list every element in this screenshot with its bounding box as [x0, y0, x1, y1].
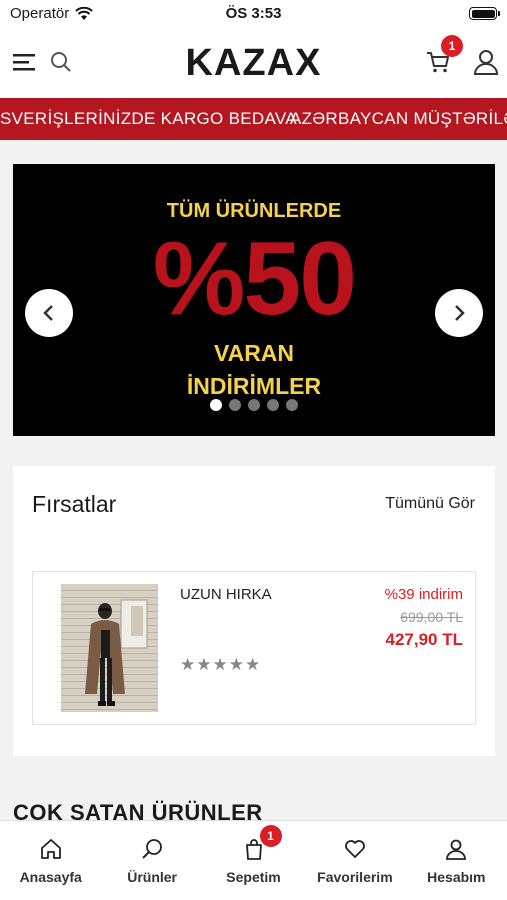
chevron-right-icon: [455, 305, 465, 321]
banner-line1: TÜM ÜRÜNLERDE: [166, 200, 342, 222]
deals-section: Fırsatlar Tümünü Gör UZUN HIRKA ★★★★★ %3…: [13, 466, 495, 756]
tab-label: Favorilerim: [317, 869, 393, 885]
status-bar: Operatör ÖS 3:53: [0, 0, 507, 28]
tab-label: Hesabım: [427, 869, 486, 885]
sale-price: 427,90 TL: [385, 630, 464, 649]
search-icon: [142, 839, 163, 859]
tab-label: Anasayfa: [19, 869, 82, 885]
slider-dot[interactable]: [286, 399, 298, 411]
slider-dot[interactable]: [267, 399, 279, 411]
tab-label: Sepetim: [226, 869, 281, 885]
cart-badge: 1: [259, 825, 282, 847]
tab-products[interactable]: Ürünler: [101, 821, 202, 900]
battery-icon: [469, 7, 500, 20]
slider-dot[interactable]: [210, 399, 222, 411]
slider-dots: [13, 399, 495, 411]
product-image[interactable]: [61, 584, 158, 712]
product-card[interactable]: UZUN HIRKA ★★★★★ %39 indirim 699,00 TL 4…: [32, 571, 476, 725]
bottom-tab-bar: Anasayfa Ürünler 1 Sepetim Favorilerim H…: [0, 820, 507, 900]
banner-line3: İNDİRİMLER: [186, 373, 322, 399]
slider-dot[interactable]: [229, 399, 241, 411]
ticker-item: SVERİŞLERİNİZDE KARGO BEDAVA: [0, 109, 297, 128]
chevron-left-icon: [43, 305, 53, 321]
see-all-link[interactable]: Tümünü Gör: [385, 495, 475, 513]
home-icon: [40, 839, 61, 859]
slider-next-button[interactable]: [435, 289, 483, 337]
account-icon[interactable]: [471, 47, 501, 77]
product-name: UZUN HIRKA: [180, 586, 272, 603]
tab-home[interactable]: Anasayfa: [0, 821, 101, 900]
discount-label: %39 indirim: [384, 586, 463, 603]
banner-slider[interactable]: TÜM ÜRÜNLERDE %50 VARAN İNDİRİMLER: [13, 164, 495, 436]
app-header: KAZAX 1: [0, 28, 507, 98]
heart-icon: [345, 840, 365, 858]
banner-line2: VARAN: [213, 340, 295, 366]
cart-badge: 1: [441, 35, 463, 57]
tab-cart[interactable]: 1 Sepetim: [203, 821, 304, 900]
ticker-item: AZƏRBAYCAN MÜŞTƏRİLƏR: [290, 109, 507, 128]
cart-button[interactable]: 1: [423, 35, 463, 77]
tab-favorites[interactable]: Favorilerim: [304, 821, 405, 900]
rating-stars: ★★★★★: [180, 655, 262, 674]
user-icon: [446, 839, 467, 860]
slider-dot[interactable]: [248, 399, 260, 411]
clock: ÖS 3:53: [225, 5, 282, 22]
section-title: Fırsatlar: [32, 491, 117, 517]
slider-prev-button[interactable]: [25, 289, 73, 337]
promo-ticker: SVERİŞLERİNİZDE KARGO BEDAVA AZƏRBAYCAN …: [0, 98, 507, 140]
old-price: 699,00 TL: [400, 609, 463, 625]
tab-account[interactable]: Hesabım: [406, 821, 507, 900]
banner-discount: %50: [152, 221, 357, 337]
tab-label: Ürünler: [127, 869, 177, 885]
